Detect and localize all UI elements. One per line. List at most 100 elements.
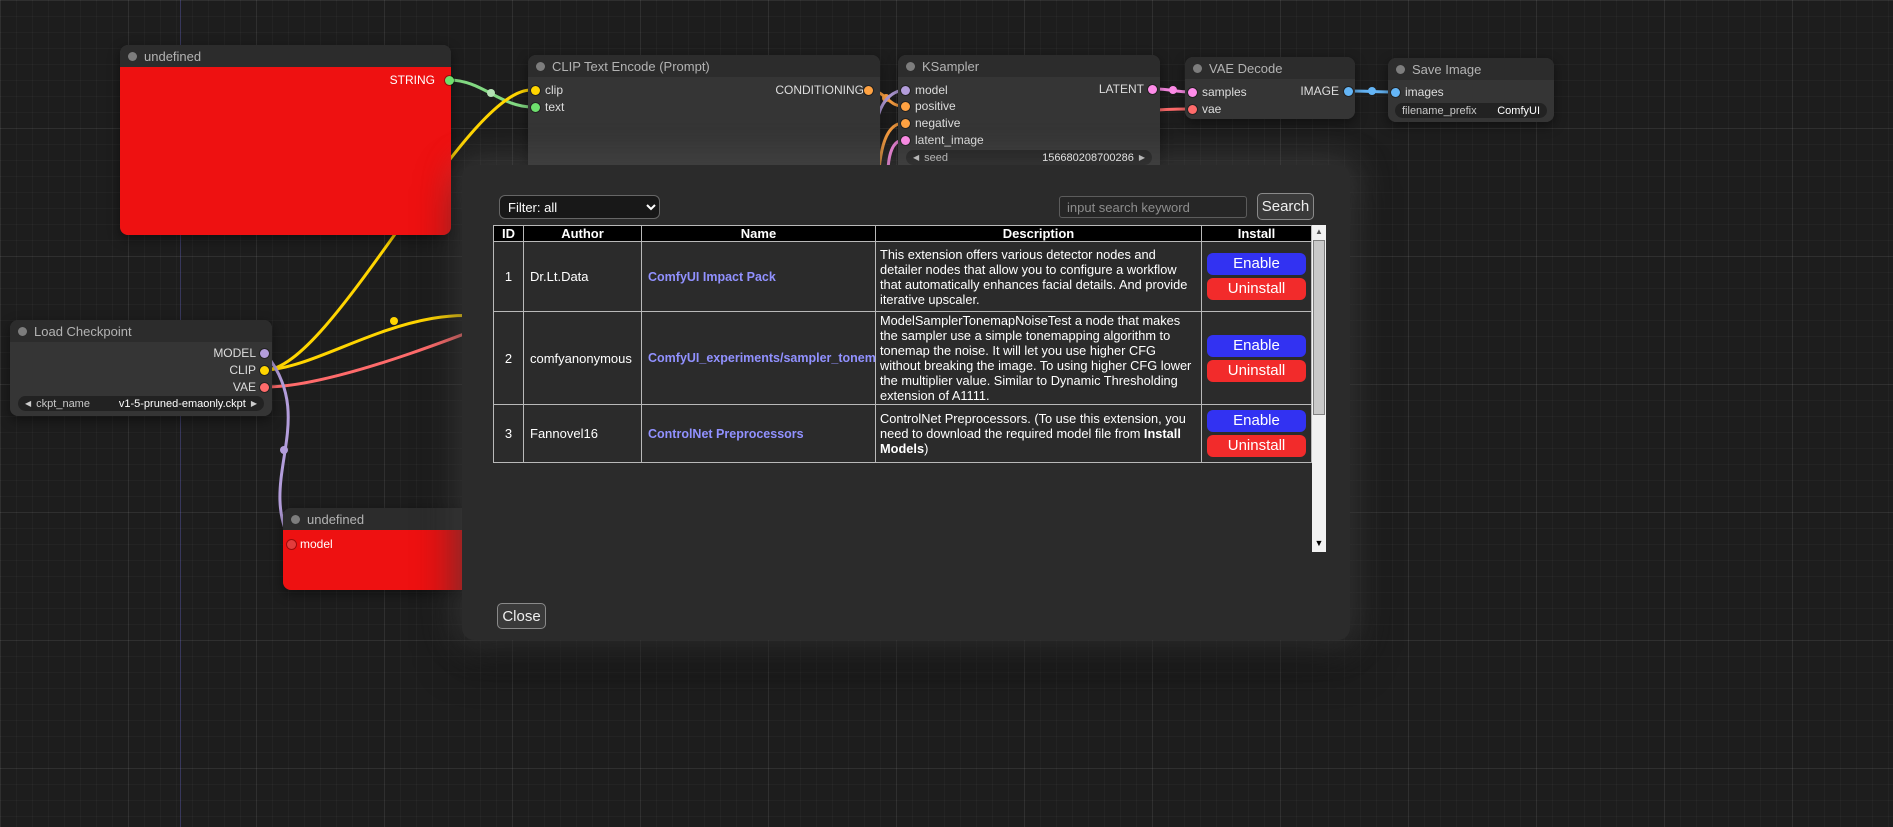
ckpt-name-label: ckpt_name [36,398,90,410]
input-label-samples: samples [1202,85,1247,99]
link-dot-string [487,89,495,97]
node-collapse-dot-icon[interactable] [1193,64,1202,73]
filename-prefix-label: filename_prefix [1402,105,1477,117]
enable-button[interactable]: Enable [1207,335,1306,357]
extension-author: comfyanonymous [524,312,642,405]
enable-button[interactable]: Enable [1207,410,1306,432]
uninstall-button[interactable]: Uninstall [1207,435,1306,457]
node-collapse-dot-icon[interactable] [536,62,545,71]
input-label-negative: negative [915,116,960,130]
search-button[interactable]: Search [1257,193,1314,220]
node-undefined-top[interactable]: undefined STRING [120,45,451,235]
extension-name-link[interactable]: ControlNet Preprocessors [648,427,804,441]
combo-left-arrow-icon[interactable]: ◀ [913,150,919,165]
ckpt-name-widget[interactable]: ◀ ckpt_name v1-5-pruned-emaonly.ckpt ▶ [18,396,264,411]
extension-row: 3 Fannovel16 ControlNet Preprocessors Co… [494,405,1312,463]
port-clip-input[interactable] [531,86,540,95]
node-title: CLIP Text Encode (Prompt) [552,59,710,74]
scrollbar-thumb[interactable] [1313,240,1325,415]
filename-prefix-value: ComfyUI [1497,105,1540,117]
output-label-vae: VAE [233,380,256,394]
ckpt-name-value: v1-5-pruned-emaonly.ckpt [119,398,246,410]
table-header-row: ID Author Name Description Install [494,226,1312,242]
port-vae-input[interactable] [1188,105,1197,114]
port-conditioning-output[interactable] [864,86,873,95]
link-dot-latent [1169,86,1177,94]
link-dot-clip [390,317,398,325]
link-dot-model [280,446,288,454]
extension-description: ModelSamplerTonemapNoiseTest a node that… [876,312,1202,405]
seed-widget-label: seed [924,152,948,164]
extensions-table: ID Author Name Description Install 1 Dr.… [493,225,1312,463]
link-dot-conditioning [882,94,890,102]
input-label-text: text [545,100,564,114]
close-button[interactable]: Close [497,603,546,629]
port-clip-output[interactable] [260,366,269,375]
node-collapse-dot-icon[interactable] [906,62,915,71]
extension-row: 2 comfyanonymous ComfyUI_experiments/sam… [494,312,1312,405]
extension-name-link[interactable]: ComfyUI_experiments/sampler_tonemap [648,351,876,365]
uninstall-button[interactable]: Uninstall [1207,278,1306,300]
node-title: KSampler [922,59,979,74]
port-string-output[interactable] [445,76,454,85]
custom-nodes-manager-dialog: Filter: all Search ID Author Name Descri… [462,165,1350,640]
output-label-image: IMAGE [1300,84,1339,98]
port-model-input[interactable] [287,540,296,549]
port-images-input[interactable] [1391,88,1400,97]
port-vae-output[interactable] [260,383,269,392]
extension-description: ControlNet Preprocessors. (To use this e… [876,405,1202,463]
table-scrollbar[interactable]: ▲ ▼ [1312,225,1326,552]
node-collapse-dot-icon[interactable] [128,52,137,61]
link-string-to-text [449,80,533,107]
scroll-up-arrow-icon[interactable]: ▲ [1312,226,1326,238]
uninstall-button[interactable]: Uninstall [1207,360,1306,382]
output-label-model: MODEL [213,346,256,360]
port-negative-input[interactable] [901,119,910,128]
port-image-output[interactable] [1344,87,1353,96]
extension-author: Dr.Lt.Data [524,242,642,312]
filter-select[interactable]: Filter: all [499,195,660,219]
input-label-clip: clip [545,83,563,97]
search-input[interactable] [1059,196,1247,218]
link-dot-image [1368,87,1376,95]
input-label-model: model [915,83,948,97]
node-collapse-dot-icon[interactable] [18,327,27,336]
combo-right-arrow-icon[interactable]: ▶ [1139,150,1145,165]
enable-button[interactable]: Enable [1207,253,1306,275]
node-title: VAE Decode [1209,61,1282,76]
port-model-output[interactable] [260,349,269,358]
port-positive-input[interactable] [901,102,910,111]
node-title: Load Checkpoint [34,324,132,339]
port-samples-input[interactable] [1188,88,1197,97]
extension-author: Fannovel16 [524,405,642,463]
port-text-input[interactable] [531,103,540,112]
seed-widget[interactable]: ◀ seed 156680208700286 ▶ [906,150,1152,165]
port-latent-image-input[interactable] [901,136,910,145]
node-vae-decode[interactable]: VAE Decode samples vae IMAGE [1185,57,1355,119]
node-title: Save Image [1412,62,1481,77]
filename-prefix-widget[interactable]: filename_prefix ComfyUI [1395,103,1547,118]
port-model-input[interactable] [901,86,910,95]
scroll-down-arrow-icon[interactable]: ▼ [1312,537,1326,549]
node-collapse-dot-icon[interactable] [291,515,300,524]
output-label-latent: LATENT [1099,82,1144,96]
node-collapse-dot-icon[interactable] [1396,65,1405,74]
extension-row: 1 Dr.Lt.Data ComfyUI Impact Pack This ex… [494,242,1312,312]
input-label-images: images [1405,85,1444,99]
extension-id: 3 [494,405,524,463]
column-header-name: Name [642,226,876,242]
node-load-checkpoint[interactable]: Load Checkpoint MODEL CLIP VAE ◀ ckpt_na… [10,320,272,416]
extension-description: This extension offers various detector n… [876,242,1202,312]
node-title: undefined [144,49,201,64]
column-header-author: Author [524,226,642,242]
column-header-id: ID [494,226,524,242]
port-latent-output[interactable] [1148,85,1157,94]
node-title: undefined [307,512,364,527]
extension-name-link[interactable]: ComfyUI Impact Pack [648,270,776,284]
output-label-conditioning: CONDITIONING [775,83,864,97]
extension-id: 1 [494,242,524,312]
combo-left-arrow-icon[interactable]: ◀ [25,396,31,411]
combo-right-arrow-icon[interactable]: ▶ [251,396,257,411]
node-save-image[interactable]: Save Image images filename_prefix ComfyU… [1388,58,1554,122]
extension-id: 2 [494,312,524,405]
